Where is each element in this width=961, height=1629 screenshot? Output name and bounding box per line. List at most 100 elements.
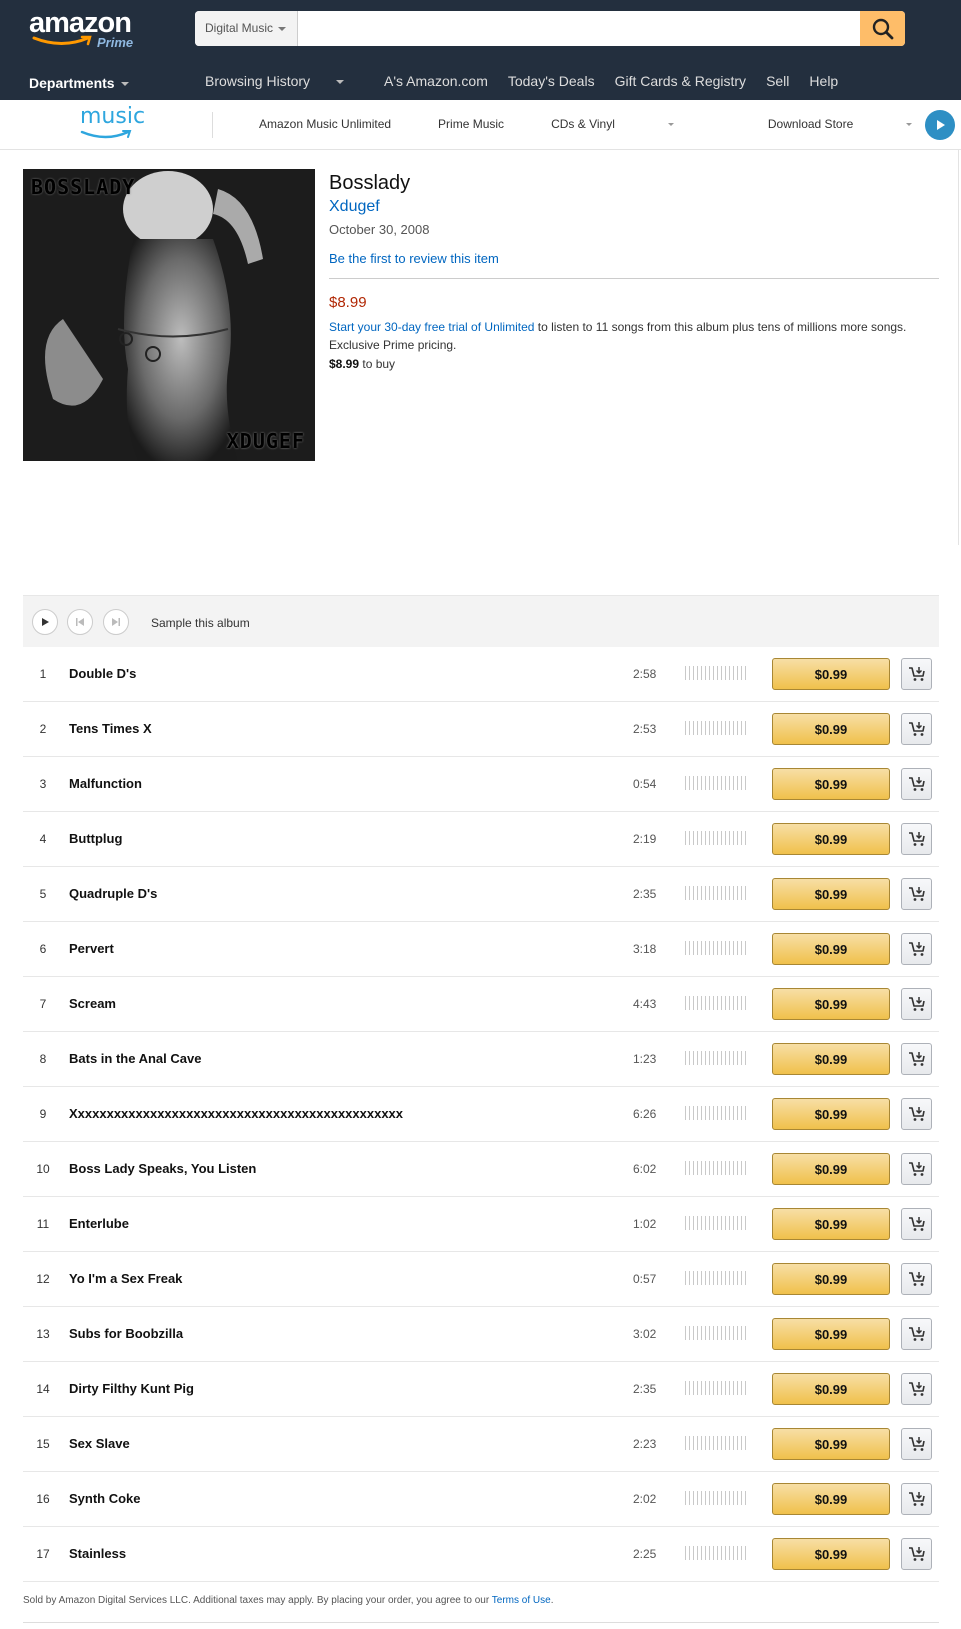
add-to-cart-button[interactable] <box>901 1208 932 1240</box>
track-row[interactable]: 9 Xxxxxxxxxxxxxxxxxxxxxxxxxxxxxxxxxxxxxx… <box>23 1087 939 1142</box>
track-waveform[interactable] <box>685 886 747 900</box>
nav-todays-deals[interactable]: Today's Deals <box>508 73 595 89</box>
departments-menu[interactable]: Departments <box>29 75 129 91</box>
track-buy-button[interactable]: $0.99 <box>772 658 890 690</box>
track-waveform[interactable] <box>685 1326 747 1340</box>
review-link[interactable]: Be the first to review this item <box>329 251 939 266</box>
add-to-cart-button[interactable] <box>901 658 932 690</box>
track-buy-button[interactable]: $0.99 <box>772 1153 890 1185</box>
add-to-cart-button[interactable] <box>901 1483 932 1515</box>
track-title[interactable]: Stainless <box>69 1546 126 1561</box>
sample-play-button[interactable] <box>32 609 58 635</box>
track-row[interactable]: 10 Boss Lady Speaks, You Listen 6:02 $0.… <box>23 1142 939 1197</box>
add-to-cart-button[interactable] <box>901 1428 932 1460</box>
track-row[interactable]: 16 Synth Coke 2:02 $0.99 <box>23 1472 939 1527</box>
track-title[interactable]: Bats in the Anal Cave <box>69 1051 201 1066</box>
add-to-cart-button[interactable] <box>901 878 932 910</box>
track-row[interactable]: 7 Scream 4:43 $0.99 <box>23 977 939 1032</box>
track-row[interactable]: 4 Buttplug 2:19 $0.99 <box>23 812 939 867</box>
track-title[interactable]: Enterlube <box>69 1216 129 1231</box>
add-to-cart-button[interactable] <box>901 1153 932 1185</box>
track-title[interactable]: Tens Times X <box>69 721 152 736</box>
track-title[interactable]: Scream <box>69 996 116 1011</box>
track-waveform[interactable] <box>685 1161 747 1175</box>
track-waveform[interactable] <box>685 941 747 955</box>
unlimited-trial-link[interactable]: Start your 30-day free trial of Unlimite… <box>329 320 534 334</box>
track-buy-button[interactable]: $0.99 <box>772 1318 890 1350</box>
track-row[interactable]: 14 Dirty Filthy Kunt Pig 2:35 $0.99 <box>23 1362 939 1417</box>
search-input[interactable] <box>299 11 854 46</box>
add-to-cart-button[interactable] <box>901 1043 932 1075</box>
track-row[interactable]: 6 Pervert 3:18 $0.99 <box>23 922 939 977</box>
nav-gift-cards[interactable]: Gift Cards & Registry <box>615 73 746 89</box>
album-cover[interactable]: BOSSLADY XDUGEF <box>23 169 315 461</box>
track-title[interactable]: Xxxxxxxxxxxxxxxxxxxxxxxxxxxxxxxxxxxxxxxx… <box>69 1106 403 1121</box>
track-waveform[interactable] <box>685 1051 747 1065</box>
add-to-cart-button[interactable] <box>901 1538 932 1570</box>
search-button[interactable] <box>860 11 905 46</box>
track-title[interactable]: Yo I'm a Sex Freak <box>69 1271 182 1286</box>
sample-next-button[interactable] <box>103 609 129 635</box>
search-category-dropdown[interactable]: Digital Music <box>195 11 298 46</box>
add-to-cart-button[interactable] <box>901 768 932 800</box>
track-title[interactable]: Dirty Filthy Kunt Pig <box>69 1381 194 1396</box>
track-title[interactable]: Boss Lady Speaks, You Listen <box>69 1161 256 1176</box>
tab-cds-vinyl[interactable]: CDs & Vinyl <box>551 117 721 131</box>
track-waveform[interactable] <box>685 1381 747 1395</box>
track-waveform[interactable] <box>685 776 747 790</box>
track-row[interactable]: 15 Sex Slave 2:23 $0.99 <box>23 1417 939 1472</box>
track-row[interactable]: 11 Enterlube 1:02 $0.99 <box>23 1197 939 1252</box>
add-to-cart-button[interactable] <box>901 988 932 1020</box>
add-to-cart-button[interactable] <box>901 713 932 745</box>
track-row[interactable]: 17 Stainless 2:25 $0.99 <box>23 1527 939 1582</box>
amazon-logo[interactable]: amazon Prime <box>29 8 139 50</box>
terms-of-use-link[interactable]: Terms of Use <box>492 1595 551 1606</box>
track-buy-button[interactable]: $0.99 <box>772 713 890 745</box>
nav-your-amazon[interactable]: A's Amazon.com <box>384 73 488 89</box>
track-title[interactable]: Synth Coke <box>69 1491 141 1506</box>
add-to-cart-button[interactable] <box>901 1098 932 1130</box>
track-row[interactable]: 8 Bats in the Anal Cave 1:23 $0.99 <box>23 1032 939 1087</box>
track-buy-button[interactable]: $0.99 <box>772 1483 890 1515</box>
nav-sell[interactable]: Sell <box>766 73 789 89</box>
track-title[interactable]: Subs for Boobzilla <box>69 1326 183 1341</box>
track-waveform[interactable] <box>685 721 747 735</box>
track-title[interactable]: Double D's <box>69 666 136 681</box>
add-to-cart-button[interactable] <box>901 823 932 855</box>
artist-link[interactable]: Xdugef <box>329 198 939 216</box>
track-waveform[interactable] <box>685 996 747 1010</box>
track-row[interactable]: 1 Double D's 2:58 $0.99 <box>23 647 939 702</box>
track-waveform[interactable] <box>685 1106 747 1120</box>
track-row[interactable]: 3 Malfunction 0:54 $0.99 <box>23 757 939 812</box>
music-player-button[interactable] <box>925 110 955 140</box>
track-buy-button[interactable]: $0.99 <box>772 933 890 965</box>
add-to-cart-button[interactable] <box>901 933 932 965</box>
track-buy-button[interactable]: $0.99 <box>772 1043 890 1075</box>
track-buy-button[interactable]: $0.99 <box>772 988 890 1020</box>
track-waveform[interactable] <box>685 1491 747 1505</box>
tab-prime-music[interactable]: Prime Music <box>438 117 504 131</box>
track-title[interactable]: Sex Slave <box>69 1436 130 1451</box>
amazon-music-logo[interactable]: music <box>80 106 145 142</box>
track-buy-button[interactable]: $0.99 <box>772 878 890 910</box>
track-title[interactable]: Buttplug <box>69 831 122 846</box>
track-buy-button[interactable]: $0.99 <box>772 768 890 800</box>
tab-music-unlimited[interactable]: Amazon Music Unlimited <box>259 117 391 131</box>
track-buy-button[interactable]: $0.99 <box>772 1538 890 1570</box>
track-title[interactable]: Malfunction <box>69 776 142 791</box>
track-buy-button[interactable]: $0.99 <box>772 823 890 855</box>
track-title[interactable]: Pervert <box>69 941 114 956</box>
track-row[interactable]: 5 Quadruple D's 2:35 $0.99 <box>23 867 939 922</box>
add-to-cart-button[interactable] <box>901 1318 932 1350</box>
track-row[interactable]: 12 Yo I'm a Sex Freak 0:57 $0.99 <box>23 1252 939 1307</box>
track-waveform[interactable] <box>685 1436 747 1450</box>
track-title[interactable]: Quadruple D's <box>69 886 157 901</box>
track-waveform[interactable] <box>685 1271 747 1285</box>
track-row[interactable]: 13 Subs for Boobzilla 3:02 $0.99 <box>23 1307 939 1362</box>
track-waveform[interactable] <box>685 1216 747 1230</box>
track-buy-button[interactable]: $0.99 <box>772 1263 890 1295</box>
track-waveform[interactable] <box>685 831 747 845</box>
track-buy-button[interactable]: $0.99 <box>772 1428 890 1460</box>
track-waveform[interactable] <box>685 1546 747 1560</box>
track-waveform[interactable] <box>685 666 747 680</box>
